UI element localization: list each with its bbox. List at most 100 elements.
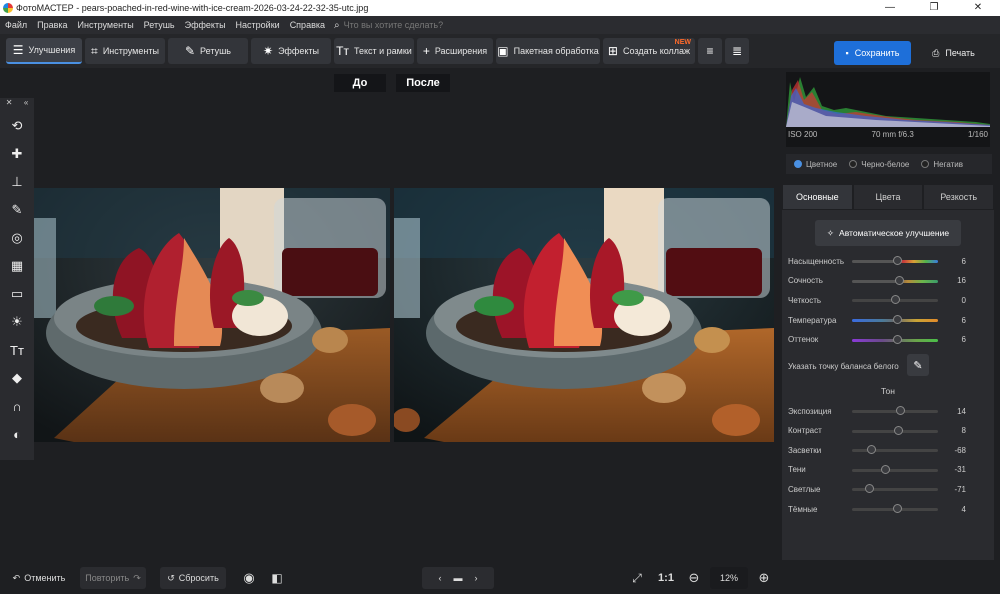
save-button[interactable]: ▪ Сохранить — [834, 41, 911, 65]
crop-icon: ⌗ — [91, 43, 98, 58]
undo-icon: ↶ — [12, 572, 21, 583]
menu-settings[interactable]: Настройки — [231, 20, 285, 30]
tab-enhance[interactable]: ☰ Улучшения — [6, 38, 82, 64]
slider-thumb[interactable] — [866, 445, 876, 455]
menu-help[interactable]: Справка — [285, 20, 330, 30]
slider-thumb[interactable] — [880, 464, 890, 474]
print-button[interactable]: ⎙ Печать — [915, 41, 992, 65]
slider-track[interactable] — [852, 410, 938, 413]
eyedropper-icon[interactable]: ✎ — [907, 354, 929, 376]
app-logo-icon — [3, 3, 13, 13]
preset-history-button[interactable]: ≣ — [725, 38, 749, 64]
slider-thumb[interactable] — [893, 425, 903, 435]
create-collage-button[interactable]: ⊞ Создать коллаж NEW — [603, 38, 695, 64]
tab-colors[interactable]: Цвета — [852, 184, 924, 210]
compare-split-icon[interactable]: ◧ — [266, 567, 288, 589]
previous-icon[interactable]: ‹ — [439, 573, 442, 583]
gradient-filter-icon[interactable]: ▦ — [0, 252, 34, 280]
slider-thumb[interactable] — [892, 504, 902, 513]
slider-thumb[interactable] — [865, 484, 875, 494]
menu-effects[interactable]: Эффекты — [180, 20, 231, 30]
shutter-value: 1/160 — [967, 130, 988, 139]
folder-icon[interactable]: ▬ — [454, 573, 463, 583]
reset-button[interactable]: ↺ Сбросить — [160, 567, 226, 589]
slider-thumb[interactable] — [891, 295, 900, 305]
menu-edit[interactable]: Правка — [32, 20, 72, 30]
slider-value: 6 — [961, 335, 966, 345]
radio-bw[interactable] — [849, 160, 858, 168]
tab-sharpness[interactable]: Резкость — [923, 184, 995, 210]
vignette-icon[interactable]: ▭ — [0, 280, 34, 308]
healing-tool-icon[interactable]: ✚ — [0, 140, 34, 168]
search-box[interactable]: ⌕ Что вы хотите сделать? — [334, 20, 443, 31]
rotate-tool-icon[interactable]: ⟲ — [0, 112, 34, 140]
brush-tool-icon[interactable]: ✎ — [0, 196, 34, 224]
menu-file[interactable]: Файл — [0, 20, 32, 30]
light-icon[interactable]: ☀ — [0, 308, 34, 336]
zoom-out-icon[interactable]: ⊖ — [684, 567, 704, 589]
menu-tools[interactable]: Инструменты — [73, 20, 139, 30]
stamp-tool-icon[interactable]: ⊥ — [0, 168, 34, 196]
text-tool-icon[interactable]: Tт — [0, 336, 34, 364]
exif-info: ISO 200 70 mm f/6.3 1/160 — [788, 130, 988, 139]
minimize-button[interactable]: — — [868, 0, 912, 16]
slider-value: 14 — [957, 406, 966, 416]
magnet-tool-icon[interactable]: ∩ — [0, 392, 34, 420]
title-bar: ФотоМАСТЕР - pears-poached-in-red-wine-w… — [0, 0, 1000, 16]
add-preset-button[interactable]: ≡ — [698, 38, 722, 64]
tab-tools[interactable]: ⌗ Инструменты — [85, 38, 165, 64]
slider-track[interactable] — [852, 449, 938, 453]
tab-retouch[interactable]: ✎ Ретушь — [168, 38, 248, 64]
batch-processing-button[interactable]: ▣ Пакетная обработка — [496, 38, 600, 64]
tab-extensions-label: Расширения — [434, 46, 488, 56]
globe-tool-icon[interactable]: ◐ — [0, 420, 34, 448]
tab-basic[interactable]: Основные — [782, 184, 853, 210]
radio-negative[interactable] — [921, 160, 930, 168]
panel-collapse-icon[interactable]: « — [24, 98, 28, 112]
slider-thumb[interactable] — [892, 334, 902, 344]
slider-thumb[interactable] — [892, 315, 902, 325]
color-slider-row: Четкость 0 — [788, 293, 988, 307]
tab-text-frames[interactable]: Tт Текст и рамки — [334, 38, 414, 64]
slider-label: Тёмные — [788, 504, 818, 514]
color-slider-row: Оттенок 6 — [788, 333, 988, 347]
slider-label: Оттенок — [788, 335, 819, 345]
tab-effects[interactable]: ✷ Эффекты — [251, 38, 331, 64]
radial-filter-icon[interactable]: ◎ — [0, 224, 34, 252]
zoom-level[interactable]: 12% — [710, 567, 748, 589]
panel-close-icon[interactable]: ✕ — [6, 98, 13, 112]
search-placeholder: Что вы хотите сделать? — [343, 20, 444, 30]
undo-button[interactable]: ↶ Отменить — [6, 567, 72, 589]
after-image — [394, 188, 774, 442]
app-name: ФотоМАСТЕР — [16, 3, 74, 13]
fit-screen-icon[interactable]: ⤢ — [626, 567, 648, 589]
new-badge: NEW — [674, 39, 691, 46]
slider-track[interactable] — [852, 468, 938, 472]
tab-enhance-label: Улучшения — [28, 45, 76, 55]
search-icon: ⌕ — [334, 19, 340, 31]
auto-enhance-button[interactable]: ✧ Автоматическое улучшение — [815, 220, 961, 246]
fill-tool-icon[interactable]: ◆ — [0, 364, 34, 392]
image-stack-icon: ▣ — [497, 44, 509, 58]
slider-label: Насыщенность — [788, 256, 845, 266]
redo-label: Повторить — [85, 573, 130, 583]
radio-color[interactable] — [794, 160, 802, 168]
menu-retouch[interactable]: Ретушь — [139, 20, 180, 30]
zoom-in-icon[interactable]: ⊕ — [754, 567, 774, 589]
next-icon[interactable]: › — [475, 573, 478, 583]
slider-thumb[interactable] — [895, 275, 905, 285]
slider-thumb[interactable] — [892, 256, 902, 265]
actual-size-button[interactable]: 1:1 — [654, 567, 678, 589]
close-button[interactable]: ✕ — [956, 0, 1000, 16]
tab-extensions[interactable]: + Расширения — [417, 38, 493, 64]
maximize-button[interactable]: ❐ — [912, 0, 956, 16]
slider-label: Четкость — [788, 295, 822, 305]
redo-button[interactable]: Повторить ↷ — [80, 567, 146, 589]
slider-value: 16 — [957, 276, 966, 286]
slider-thumb[interactable] — [896, 406, 906, 415]
preview-eye-icon[interactable]: ◉ — [238, 567, 260, 589]
left-tool-panel: ✕ « ⟲ ✚ ⊥ ✎ ◎ ▦ ▭ ☀ Tт ◆ ∩ ◐ — [0, 98, 34, 460]
before-image — [34, 188, 390, 442]
tab-tools-label: Инструменты — [102, 46, 159, 56]
brush-icon: ✎ — [184, 44, 196, 58]
